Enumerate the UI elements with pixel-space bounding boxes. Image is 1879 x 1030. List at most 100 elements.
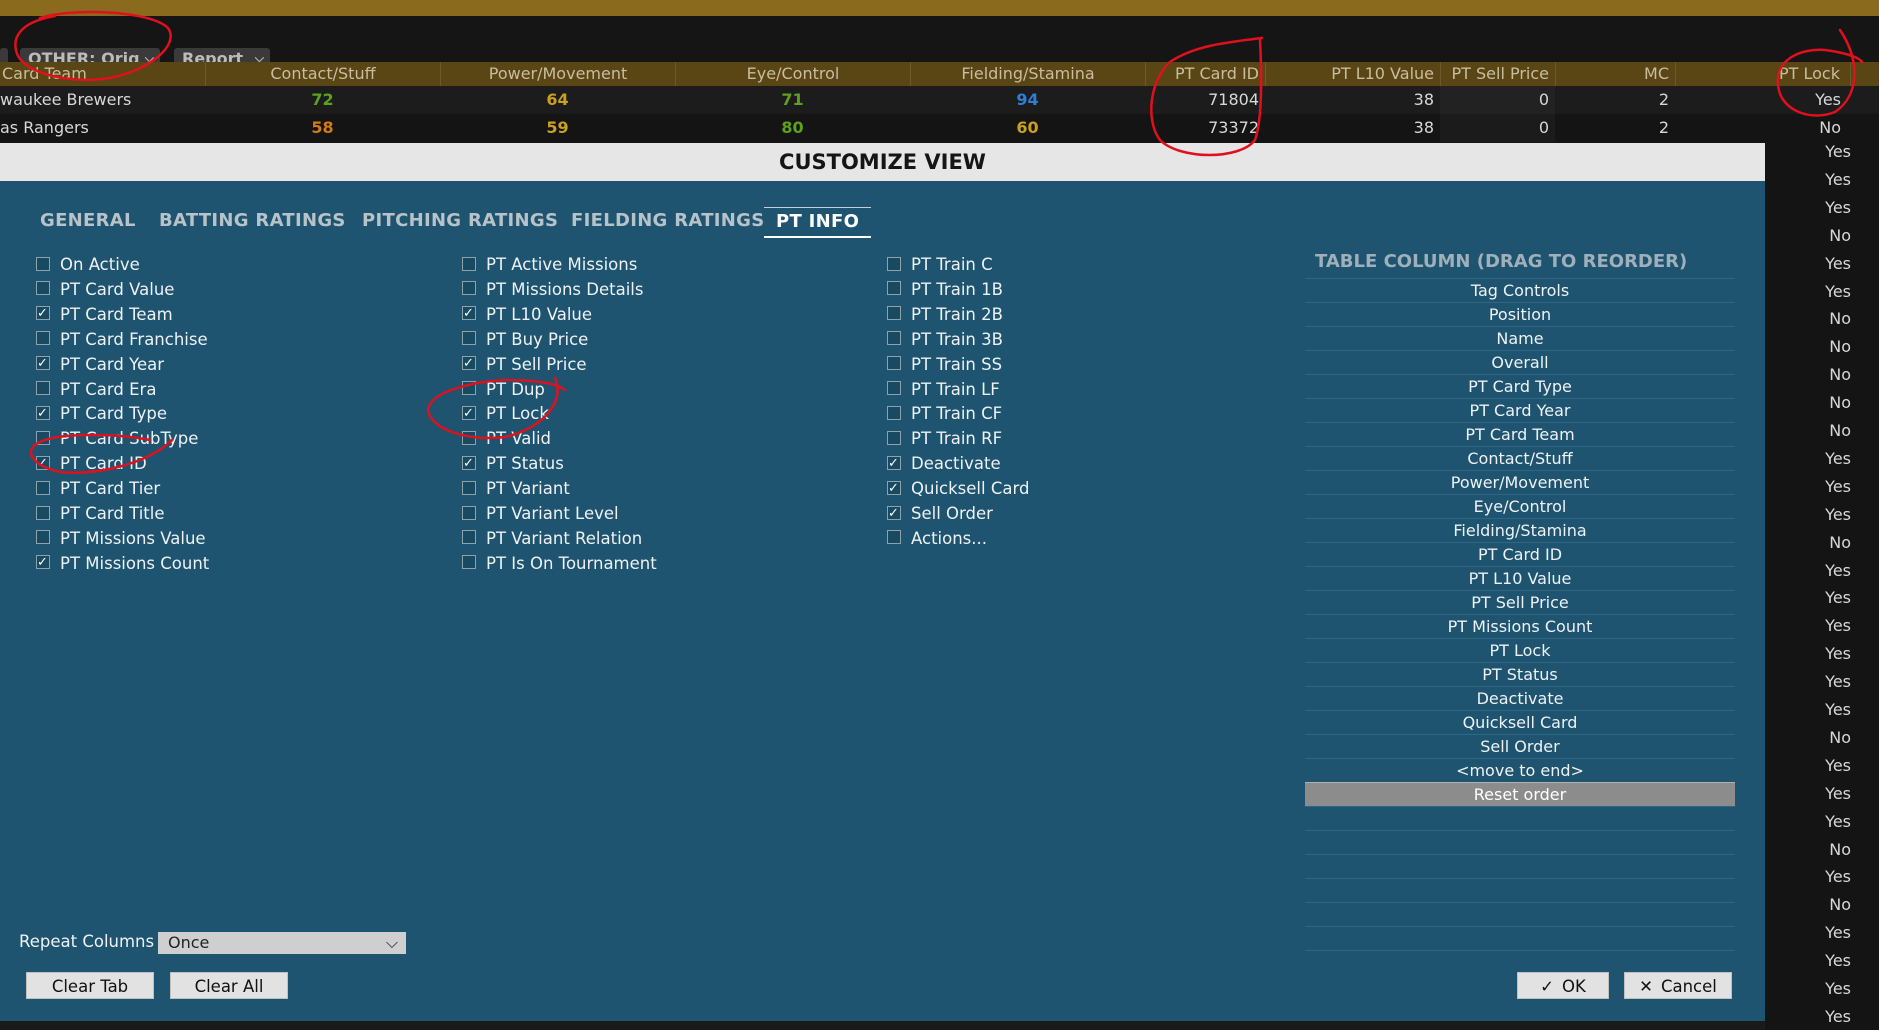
option-actions[interactable]: Actions... [887,528,987,550]
option-pt-train-rf[interactable]: PT Train RF [887,428,1002,450]
option-pt-valid[interactable]: PT Valid [462,428,551,450]
table-row[interactable]: as Rangers 58 59 80 60 73372 38 0 2 No [0,114,1879,142]
cancel-button[interactable]: ✕ Cancel [1624,972,1732,999]
table-column-item[interactable]: Quicksell Card [1305,710,1735,734]
checkbox[interactable] [887,306,901,321]
option-pt-train-3b[interactable]: PT Train 3B [887,329,1003,351]
checkbox[interactable] [887,530,901,545]
table-column-item[interactable]: PT Lock [1305,638,1735,662]
header-power[interactable]: Power/Movement [440,62,675,86]
checkbox-checked[interactable] [887,453,901,475]
checkbox[interactable] [36,430,50,445]
header-card-team[interactable]: Card Team [0,62,205,86]
option-quicksell-card[interactable]: Quicksell Card [887,478,1029,500]
option-pt-train-1b[interactable]: PT Train 1B [887,279,1003,301]
table-column-item[interactable]: Position [1305,302,1735,326]
tab-pt-info[interactable]: PT INFO [764,207,872,238]
checkbox-checked[interactable] [36,353,50,375]
checkbox[interactable] [887,430,901,445]
option-pt-card-subtype[interactable]: PT Card SubType [36,428,198,450]
checkbox-checked[interactable] [36,552,50,574]
table-column-item[interactable]: PT Missions Count [1305,614,1735,638]
header-eye[interactable]: Eye/Control [675,62,910,86]
tab-batting-ratings[interactable]: BATTING RATINGS [159,207,346,235]
checkbox[interactable] [36,530,50,545]
option-pt-lock[interactable]: PT Lock [462,403,549,425]
tab-fielding-ratings[interactable]: FIELDING RATINGS [571,207,764,235]
header-fielding[interactable]: Fielding/Stamina [910,62,1145,86]
header-pt-lock[interactable]: PT Lock [1675,62,1851,86]
checkbox[interactable] [36,480,50,495]
checkbox[interactable] [462,555,476,570]
tab-general[interactable]: GENERAL [40,207,136,235]
option-pt-card-era[interactable]: PT Card Era [36,379,156,401]
table-column-item[interactable]: Power/Movement [1305,470,1735,494]
checkbox-checked[interactable] [462,453,476,475]
option-pt-buy-price[interactable]: PT Buy Price [462,329,588,351]
option-pt-variant-relation[interactable]: PT Variant Relation [462,528,642,550]
option-pt-variant-level[interactable]: PT Variant Level [462,503,619,525]
checkbox-checked[interactable] [887,503,901,525]
ok-button[interactable]: ✓ OK [1517,972,1609,999]
checkbox-checked[interactable] [462,353,476,375]
option-pt-card-year[interactable]: PT Card Year [36,353,164,376]
table-column-item[interactable]: Deactivate [1305,686,1735,710]
tab-pitching-ratings[interactable]: PITCHING RATINGS [362,207,558,235]
checkbox[interactable] [887,405,901,420]
header-card-id[interactable]: PT Card ID [1145,62,1265,86]
option-pt-card-id[interactable]: PT Card ID [36,453,147,475]
table-column-item[interactable]: Eye/Control [1305,494,1735,518]
checkbox[interactable] [462,331,476,346]
option-pt-card-type[interactable]: PT Card Type [36,403,167,425]
table-column-item[interactable]: Contact/Stuff [1305,446,1735,470]
table-column-item[interactable]: PT Card Type [1305,374,1735,398]
table-column-item[interactable]: PT Card Year [1305,398,1735,422]
option-pt-dup[interactable]: PT Dup [462,379,545,401]
table-column-item[interactable]: PT Card ID [1305,542,1735,566]
checkbox[interactable] [887,331,901,346]
table-column-item[interactable]: PT Card Team [1305,422,1735,446]
checkbox[interactable] [887,356,901,371]
option-pt-train-c[interactable]: PT Train C [887,254,993,276]
reset-order-button[interactable]: Reset order [1305,782,1735,806]
checkbox[interactable] [36,381,50,395]
option-pt-card-franchise[interactable]: PT Card Franchise [36,329,208,351]
checkbox[interactable] [887,281,901,296]
option-pt-missions-value[interactable]: PT Missions Value [36,528,206,550]
table-column-item[interactable]: <move to end> [1305,758,1735,782]
checkbox[interactable] [887,381,901,395]
checkbox[interactable] [36,505,50,520]
table-column-item[interactable]: Sell Order [1305,734,1735,758]
option-pt-train-2b[interactable]: PT Train 2B [887,304,1003,326]
checkbox-checked[interactable] [462,303,476,325]
checkbox[interactable] [462,381,476,395]
option-pt-card-team[interactable]: PT Card Team [36,303,173,326]
checkbox[interactable] [36,331,50,346]
checkbox-checked[interactable] [462,403,476,425]
table-column-item[interactable]: Name [1305,326,1735,350]
table-row[interactable]: waukee Brewers 72 64 71 94 71804 38 0 2 … [0,86,1879,114]
checkbox-checked[interactable] [36,453,50,475]
checkbox-checked[interactable] [36,303,50,325]
option-sell-order[interactable]: Sell Order [887,503,993,525]
option-pt-is-on-tournament[interactable]: PT Is On Tournament [462,553,657,575]
table-column-item[interactable]: Overall [1305,350,1735,374]
table-column-item[interactable]: PT L10 Value [1305,566,1735,590]
table-column-item[interactable]: Fielding/Stamina [1305,518,1735,542]
option-deactivate[interactable]: Deactivate [887,453,1001,475]
checkbox[interactable] [462,480,476,495]
option-pt-card-tier[interactable]: PT Card Tier [36,478,160,500]
checkbox[interactable] [462,530,476,545]
option-pt-card-value[interactable]: PT Card Value [36,279,174,301]
checkbox-checked[interactable] [887,478,901,500]
header-sell-price[interactable]: PT Sell Price [1440,62,1555,86]
option-pt-variant[interactable]: PT Variant [462,478,570,500]
option-pt-train-lf[interactable]: PT Train LF [887,379,1000,401]
checkbox[interactable] [462,256,476,271]
checkbox[interactable] [36,281,50,296]
option-pt-active-missions[interactable]: PT Active Missions [462,254,637,276]
header-l10[interactable]: PT L10 Value [1265,62,1440,86]
table-column-item[interactable]: PT Status [1305,662,1735,686]
checkbox[interactable] [462,281,476,296]
checkbox[interactable] [36,256,50,271]
